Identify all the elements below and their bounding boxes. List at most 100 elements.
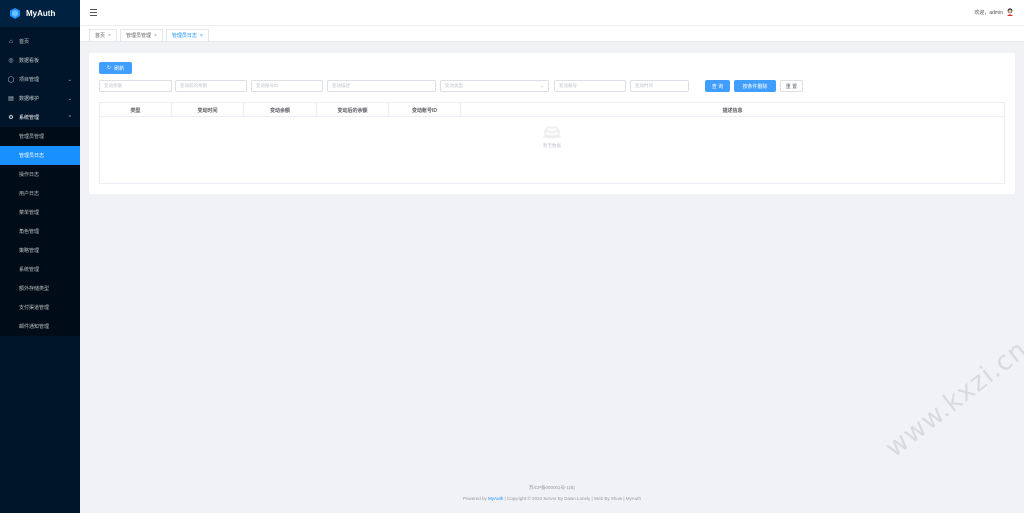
copyright-text: | Copyright © 2022 Server By Dawn.Lonely… bbox=[504, 496, 642, 501]
sidebar-item-label: 数据看板 bbox=[19, 58, 40, 64]
logo-icon bbox=[10, 8, 20, 19]
empty-text: 暂无数据 bbox=[543, 143, 561, 148]
sidebar-item-system-manage[interactable]: 系统管理 bbox=[0, 260, 80, 279]
sidebar-item-admin-log[interactable]: 管理员日志 bbox=[0, 146, 80, 165]
tab-home[interactable]: 首页 × bbox=[89, 29, 117, 41]
empty-state: 暂无数据 bbox=[100, 125, 1004, 149]
sidebar-item-user-log[interactable]: 用户日志 bbox=[0, 184, 80, 203]
sidebar-item-dashboard[interactable]: ◎ 数据看板 bbox=[0, 51, 80, 70]
sidebar-item-system[interactable]: ⚙ 系统管理 ⌃ bbox=[0, 108, 80, 127]
column-header[interactable]: 变动时间 bbox=[172, 103, 244, 117]
sidebar-item-label: 支付渠道管理 bbox=[19, 305, 50, 311]
account-id-placeholder: 变动账号ID bbox=[256, 83, 279, 88]
sidebar-item-label: 用户日志 bbox=[19, 191, 40, 197]
powered-link[interactable]: MyAuth bbox=[488, 496, 503, 501]
before-balance-input[interactable]: 变动前的余额 bbox=[175, 80, 247, 92]
tab-bar: 首页 × 管理员管理 × 管理员日志 × bbox=[80, 26, 1024, 42]
dashboard-icon: ◎ bbox=[8, 58, 14, 64]
sidebar-item-label: 额外存储类型 bbox=[19, 286, 50, 292]
chevron-down-icon: ⌄ bbox=[539, 83, 544, 89]
sidebar-item-home[interactable]: ⌂ 首页 bbox=[0, 32, 80, 51]
close-icon[interactable]: × bbox=[154, 33, 157, 39]
description-placeholder: 变动描述 bbox=[332, 83, 350, 88]
search-button[interactable]: 查 询 bbox=[705, 80, 730, 92]
sidebar-item-menu-manage[interactable]: 菜单管理 bbox=[0, 203, 80, 222]
sidebar-item-label: 系统管理 bbox=[19, 115, 40, 121]
sidebar-item-mail-notify[interactable]: 邮件通知管理 bbox=[0, 317, 80, 336]
avatar[interactable] bbox=[1006, 8, 1014, 16]
icp-text[interactable]: 苏ICP备000001号-1(B) bbox=[529, 485, 575, 490]
data-icon: ▤ bbox=[8, 96, 14, 102]
sidebar-item-data[interactable]: ▤ 数据维护 ⌄ bbox=[0, 89, 80, 108]
tab-label: 管理员日志 bbox=[171, 33, 197, 39]
type-placeholder: 变动类型 bbox=[445, 83, 463, 88]
refresh-icon: ↻ bbox=[106, 65, 112, 71]
amount-placeholder: 变动余额 bbox=[104, 83, 122, 88]
refresh-button[interactable]: ↻ 刷新 bbox=[99, 62, 132, 74]
logo[interactable]: MyAuth bbox=[0, 0, 80, 27]
sidebar-item-label: 首页 bbox=[19, 39, 30, 45]
project-icon: ◯ bbox=[7, 77, 15, 83]
account-id-input[interactable]: 变动账号ID bbox=[251, 80, 323, 92]
type-select[interactable]: 变动类型 ⌄ bbox=[440, 80, 549, 92]
watermark: www.kxzi.cn bbox=[880, 334, 1024, 464]
footer-copyright: Powered by MyAuth | Copyright © 2022 Ser… bbox=[80, 496, 1024, 501]
column-header[interactable]: 变动后的余额 bbox=[317, 103, 389, 117]
tab-admin-log[interactable]: 管理员日志 × bbox=[165, 29, 209, 41]
description-input[interactable]: 变动描述 bbox=[327, 80, 436, 92]
empty-box-icon bbox=[543, 126, 561, 139]
sidebar-item-label: 数据维护 bbox=[19, 96, 40, 102]
sidebar-item-policy-manage[interactable]: 策略管理 bbox=[0, 241, 80, 260]
log-table: 类型 变动时间 变动余额 变动后的余额 变动账号ID 描述信息 暂无数据 bbox=[99, 102, 1005, 184]
sidebar-item-label: 策略管理 bbox=[19, 248, 40, 254]
filter-bar: 变动余额 变动前的余额 变动账号ID 变动描述 变动类型 ⌄ 变动账号 变动时间 … bbox=[99, 80, 1009, 92]
time-placeholder: 变动时间 bbox=[635, 83, 653, 88]
sidebar-item-operation-log[interactable]: 操作日志 bbox=[0, 165, 80, 184]
table-header: 类型 变动时间 变动余额 变动后的余额 变动账号ID 描述信息 bbox=[100, 103, 1004, 117]
sidebar-item-label: 管理员管理 bbox=[19, 134, 45, 140]
tab-admin-manage[interactable]: 管理员管理 × bbox=[119, 29, 163, 41]
time-input[interactable]: 变动时间 bbox=[630, 80, 689, 92]
reset-label: 重 置 bbox=[785, 83, 798, 90]
sidebar-item-label: 管理员日志 bbox=[19, 153, 45, 159]
reset-button[interactable]: 重 置 bbox=[780, 80, 803, 92]
tab-label: 首页 bbox=[95, 33, 106, 39]
sidebar-item-admin-manage[interactable]: 管理员管理 bbox=[0, 127, 80, 146]
main-card: ↻ 刷新 变动余额 变动前的余额 变动账号ID 变动描述 变动类型 ⌄ 变动账号 … bbox=[89, 53, 1015, 194]
column-header[interactable]: 描述信息 bbox=[461, 103, 1004, 117]
chevron-down-icon: ⌄ bbox=[67, 95, 72, 102]
settings-icon: ⚙ bbox=[8, 115, 14, 121]
sidebar-item-label: 项目管理 bbox=[19, 77, 40, 83]
column-header[interactable]: 变动账号ID bbox=[389, 103, 461, 117]
close-icon[interactable]: × bbox=[200, 33, 203, 39]
account-input[interactable]: 变动账号 bbox=[554, 80, 626, 92]
system-submenu: 管理员管理 管理员日志 操作日志 用户日志 菜单管理 角色管理 策略管理 系统管… bbox=[0, 127, 80, 336]
sidebar-item-projects[interactable]: ◯ 项目管理 ⌄ bbox=[0, 70, 80, 89]
column-header[interactable]: 变动余额 bbox=[244, 103, 317, 117]
search-label: 查 询 bbox=[711, 83, 724, 90]
sidebar-item-role-manage[interactable]: 角色管理 bbox=[0, 222, 80, 241]
home-icon: ⌂ bbox=[9, 38, 13, 45]
app-name: MyAuth bbox=[26, 9, 56, 18]
delete-by-condition-button[interactable]: 按条件删除 bbox=[734, 80, 776, 92]
refresh-label: 刷新 bbox=[114, 65, 125, 72]
account-placeholder: 变动账号 bbox=[559, 83, 577, 88]
delete-label: 按条件删除 bbox=[742, 83, 768, 90]
welcome-text: 欢迎，admin bbox=[974, 9, 1003, 16]
close-icon[interactable]: × bbox=[108, 33, 111, 39]
sidebar-item-label: 邮件通知管理 bbox=[19, 324, 50, 330]
footer-icp[interactable]: 苏ICP备000001号-1(B) bbox=[80, 485, 1024, 491]
sidebar-item-label: 菜单管理 bbox=[19, 210, 40, 216]
amount-input[interactable]: 变动余额 bbox=[99, 80, 172, 92]
tab-label: 管理员管理 bbox=[125, 33, 151, 39]
sidebar-item-payment-channel[interactable]: 支付渠道管理 bbox=[0, 298, 80, 317]
user-menu[interactable]: 欢迎，admin bbox=[974, 8, 1014, 16]
chevron-down-icon: ⌄ bbox=[67, 76, 72, 83]
before-balance-placeholder: 变动前的余额 bbox=[180, 83, 207, 88]
sidebar: MyAuth ⌂ 首页 ◎ 数据看板 ◯ 项目管理 ⌄ ▤ 数据维护 ⌄ ⚙ 系… bbox=[0, 0, 80, 513]
menu-toggle-icon[interactable] bbox=[90, 9, 97, 16]
chevron-up-icon: ⌃ bbox=[67, 114, 72, 121]
sidebar-item-storage-type[interactable]: 额外存储类型 bbox=[0, 279, 80, 298]
powered-prefix: Powered by bbox=[462, 496, 487, 501]
column-header[interactable]: 类型 bbox=[100, 103, 172, 117]
